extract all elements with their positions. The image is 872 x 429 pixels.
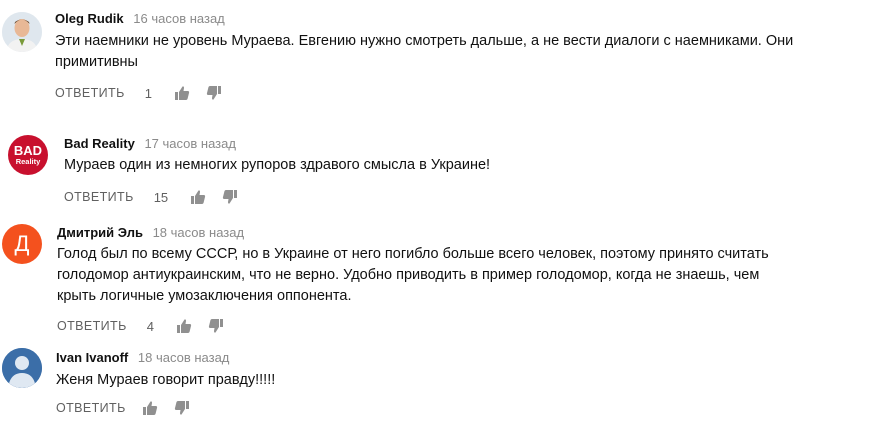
comment-actions: ОТВЕТИТЬ 4 [57,316,224,336]
dislike-icon[interactable] [174,400,190,416]
comment-timestamp[interactable]: 18 часов назад [153,225,245,240]
author-name[interactable]: Bad Reality [64,136,135,151]
comment-timestamp[interactable]: 18 часов назад [138,350,230,365]
comment-header: Bad Reality 17 часов назад [64,136,236,152]
like-count: 4 [146,318,154,334]
comment-header: Дмитрий Эль 18 часов назад [57,225,244,241]
comment-text: Женя Мураев говорит правду!!!!! [56,372,276,388]
reply-button[interactable]: ОТВЕТИТЬ [55,86,125,100]
author-name[interactable]: Дмитрий Эль [57,225,143,240]
person-photo-icon [2,12,42,52]
like-count: 15 [153,189,169,205]
dislike-icon[interactable] [206,85,222,101]
default-user-icon [2,348,42,388]
avatar-bad-reality[interactable]: BAD Reality [8,135,48,175]
comment-header: Ivan Ivanoff 18 часов назад [56,350,229,366]
avatar-logo-text: BAD [13,142,43,158]
like-icon[interactable] [142,400,158,416]
comment-text: Голод был по всему СССР, но в Украине от… [57,246,769,304]
like-icon[interactable] [174,85,190,101]
reply-button[interactable]: ОТВЕТИТЬ [64,190,134,204]
avatar-ivan-ivanoff[interactable] [2,348,42,388]
comment-text: Мураев один из немногих рупоров здравого… [64,157,491,173]
author-name[interactable]: Ivan Ivanoff [56,350,128,365]
comment-timestamp[interactable]: 16 часов назад [133,11,225,26]
comment-actions: ОТВЕТИТЬ 1 [55,83,222,103]
reply-button[interactable]: ОТВЕТИТЬ [56,401,126,415]
comment-actions: ОТВЕТИТЬ 15 [64,187,238,207]
like-icon[interactable] [176,318,192,334]
dislike-icon[interactable] [222,189,238,205]
avatar-oleg-rudik[interactable] [2,12,42,52]
avatar-letter: Д [14,231,30,256]
like-count: 1 [144,85,152,101]
comment-actions: ОТВЕТИТЬ [56,398,190,418]
avatar-logo-subtext: Reality [15,156,41,166]
dislike-icon[interactable] [208,318,224,334]
reply-button[interactable]: ОТВЕТИТЬ [57,319,127,333]
comment-header: Oleg Rudik 16 часов назад [55,11,225,27]
comment-timestamp[interactable]: 17 часов назад [144,136,236,151]
author-name[interactable]: Oleg Rudik [55,11,124,26]
comment-text: Эти наемники не уровень Мураева. Евгению… [55,33,794,70]
like-icon[interactable] [190,189,206,205]
avatar-dmitry-el[interactable]: Д [2,224,42,264]
